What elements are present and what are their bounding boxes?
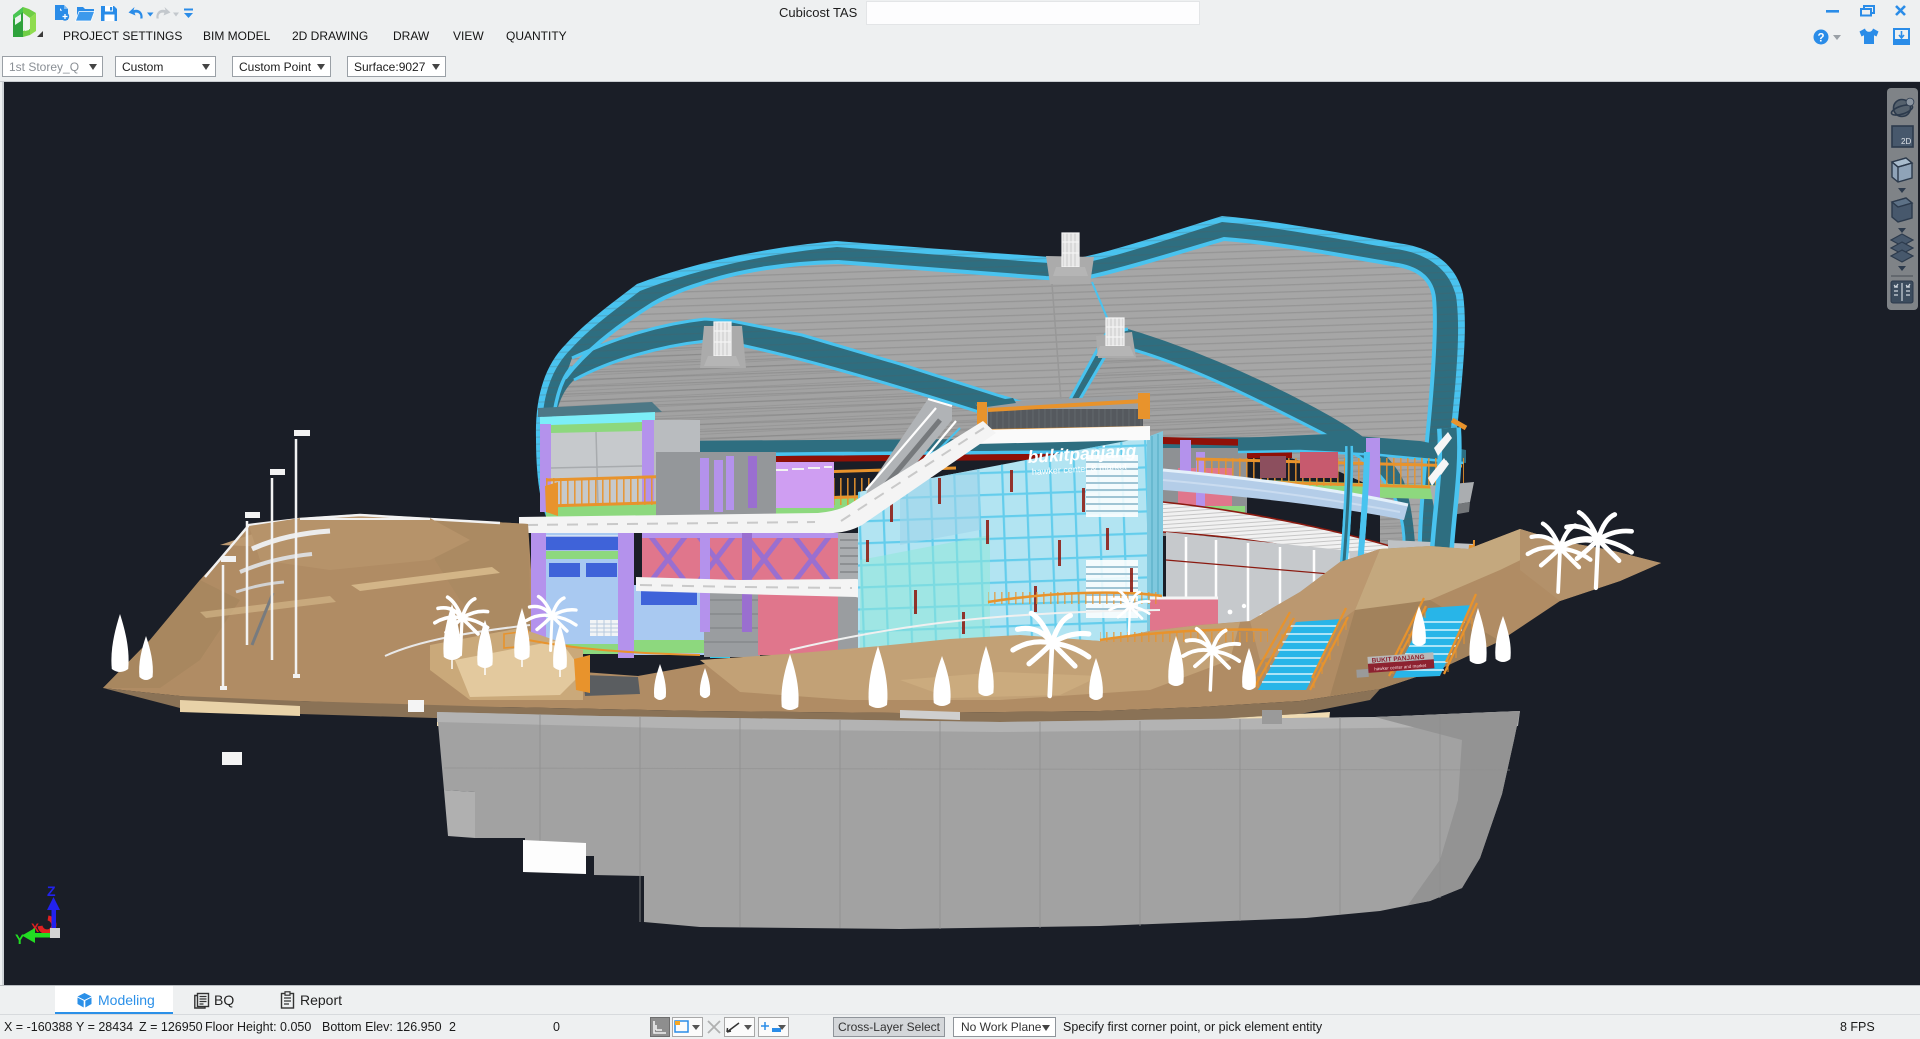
svg-text:Z: Z — [47, 883, 56, 899]
svg-text:Y: Y — [15, 931, 25, 947]
svg-text:2D: 2D — [1901, 137, 1911, 146]
svg-text:?: ? — [1817, 33, 1824, 45]
